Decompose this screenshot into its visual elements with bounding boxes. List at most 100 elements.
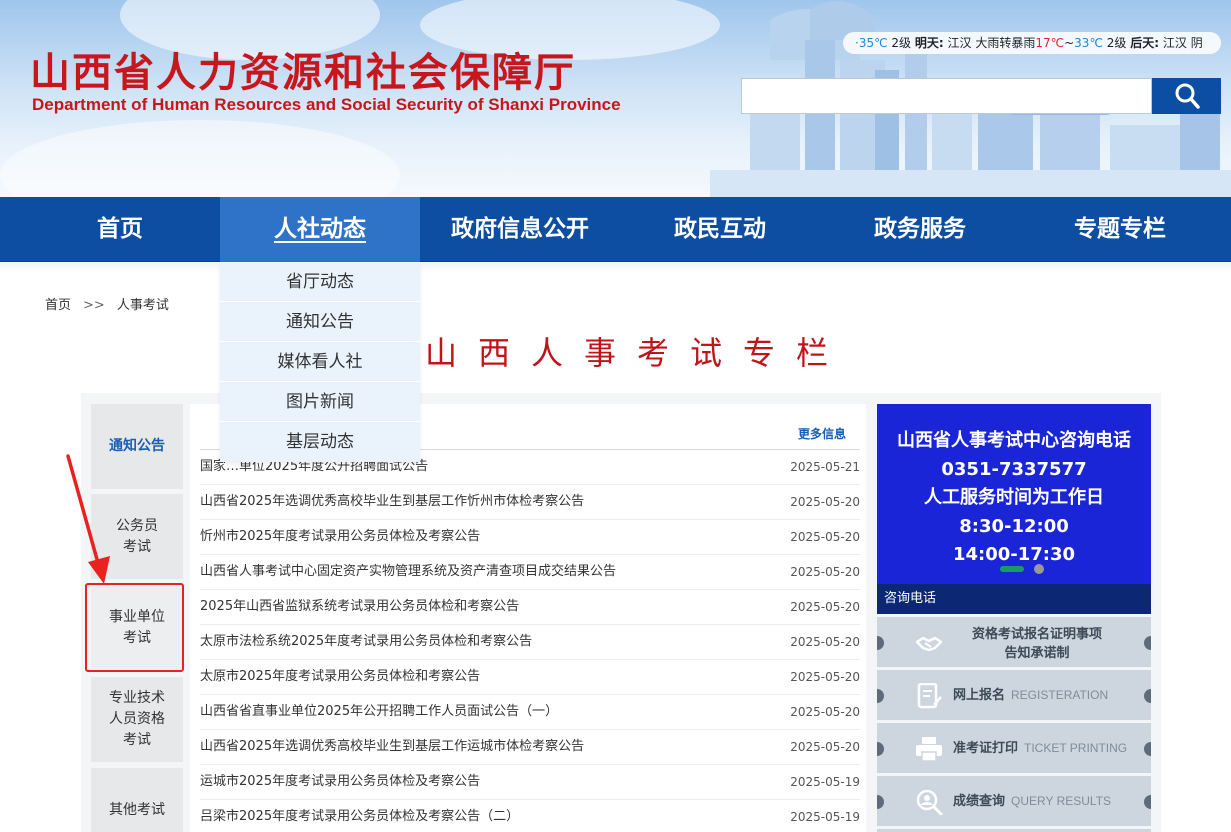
decor-knob <box>877 636 884 650</box>
highlight-box <box>85 583 184 672</box>
sidebar-tab-label: 专业技术 人员资格 考试 <box>109 690 165 748</box>
weather-bar: ·35℃ 2级 明天: 江汉 大雨转暴雨17℃~33℃ 2级 后天: 江汉 阴 <box>843 32 1221 54</box>
service-query-results-button[interactable]: 成绩查询 QUERY RESULTS <box>877 776 1151 826</box>
list-item-title: 太原市法检系统2025年度考试录用公务员体检和考察公告 <box>200 634 533 649</box>
list-item-title: 运城市2025年度考试录用公务员体检及考察公告 <box>200 774 481 789</box>
list-item[interactable]: 运城市2025年度考试录用公务员体检及考察公告 2025-05-19 <box>200 765 860 800</box>
banner-caption: 咨询电话 <box>877 584 1151 614</box>
breadcrumb-separator: >> <box>83 298 105 313</box>
list-item-title: 山西省省直事业单位2025年公开招聘工作人员面试公告（一） <box>200 704 559 719</box>
nav-shadow <box>0 262 1231 272</box>
weather-after-city: 江汉 <box>1162 36 1187 50</box>
list-item-title: 山西省2025年选调优秀高校毕业生到基层工作忻州市体检考察公告 <box>200 494 585 509</box>
decor-knob <box>877 742 884 756</box>
list-item-date: 2025-05-20 <box>790 495 860 509</box>
list-item[interactable]: 太原市2025年度考试录用公务员体检和考察公告 2025-05-20 <box>200 660 860 695</box>
service-label-cn: 网上报名 <box>953 688 1006 703</box>
service-label-en: QUERY RESULTS <box>1011 794 1112 808</box>
nav-item-label: 首页 <box>97 216 143 242</box>
sidebar-tab-other-exams[interactable]: 其他考试 <box>91 768 183 832</box>
weather-today-wind: 2级 <box>891 36 912 50</box>
nav-item-home[interactable]: 首页 <box>20 197 220 262</box>
list-item[interactable]: 山西省省直事业单位2025年公开招聘工作人员面试公告（一） 2025-05-20 <box>200 695 860 730</box>
weather-tomorrow-city: 江汉 <box>947 36 972 50</box>
site-header: 山西省人力资源和社会保障厅 Department of Human Resour… <box>0 0 1231 197</box>
list-item-date: 2025-05-19 <box>790 775 860 789</box>
dropdown-item-provincial-news[interactable]: 省厅动态 <box>220 262 420 302</box>
list-item[interactable]: 太原市法检系统2025年度考试录用公务员体检和考察公告 2025-05-20 <box>200 625 860 660</box>
cloud-decoration <box>0 120 400 197</box>
weather-tomorrow-cond: 大雨转暴雨 <box>975 36 1036 50</box>
nav-item-special[interactable]: 专题专栏 <box>1020 197 1220 262</box>
list-item[interactable]: 山西省2025年选调优秀高校毕业生到基层工作忻州市体检考察公告 2025-05-2… <box>200 485 860 520</box>
list-item-title: 吕梁市2025年度考试录用公务员体检及考察公告（二） <box>200 809 520 824</box>
nav-item-hrss-news[interactable]: 人社动态 <box>220 197 420 262</box>
banner-line: 人工服务时间为工作日 <box>924 487 1104 508</box>
list-item[interactable]: 忻州市2025年度考试录用公务员体检及考察公告 2025-05-20 <box>200 520 860 555</box>
weather-after-label: 后天: <box>1130 36 1160 50</box>
site-logo-title: 山西省人力资源和社会保障厅 <box>30 50 576 96</box>
dropdown-item-local-news[interactable]: 基层动态 <box>220 422 420 462</box>
nav-item-interaction[interactable]: 政民互动 <box>620 197 820 262</box>
decor-knob <box>877 795 884 809</box>
magnifier-user-icon <box>916 789 943 815</box>
service-online-registration-button[interactable]: 网上报名 REGISTERATION <box>877 670 1151 720</box>
decor-knob <box>1144 636 1151 650</box>
list-item-date: 2025-05-20 <box>790 635 860 649</box>
weather-tilde: ~ <box>1064 36 1075 50</box>
consult-phone-banner[interactable]: 山西省人事考试中心咨询电话 0351-7337577 人工服务时间为工作日 8:… <box>877 404 1151 584</box>
more-info-link[interactable]: 更多信息 <box>798 425 846 442</box>
printer-icon <box>916 737 942 762</box>
banner-line: 0351-7337577 <box>941 458 1087 480</box>
carousel-dot[interactable] <box>1034 564 1044 574</box>
breadcrumb-current[interactable]: 人事考试 <box>117 298 169 313</box>
list-item[interactable]: 吕梁市2025年度考试录用公务员体检及考察公告（二） 2025-05-19 <box>200 800 860 832</box>
weather-tomorrow-label: 明天: <box>914 36 944 50</box>
service-label-en: TICKET PRINTING <box>1024 741 1128 755</box>
nav-item-gov-info[interactable]: 政府信息公开 <box>420 197 620 262</box>
decor-knob <box>877 689 884 703</box>
list-item-title: 山西省2025年选调优秀高校毕业生到基层工作运城市体检考察公告 <box>200 739 585 754</box>
red-arrow-annotation <box>66 454 110 584</box>
dropdown-item-notices[interactable]: 通知公告 <box>220 302 420 342</box>
list-item-date: 2025-05-20 <box>790 565 860 579</box>
form-edit-icon <box>917 683 942 709</box>
nav-dropdown-menu: 省厅动态 通知公告 媒体看人社 图片新闻 基层动态 <box>220 262 420 462</box>
list-item[interactable]: 2025年山西省监狱系统考试录用公务员体检和考察公告 2025-05-20 <box>200 590 860 625</box>
nav-item-label: 人社动态 <box>274 216 366 242</box>
weather-tomorrow-high: 33℃ <box>1074 36 1103 50</box>
dropdown-item-media[interactable]: 媒体看人社 <box>220 342 420 382</box>
sidebar-tab-label: 公务员 考试 <box>116 517 158 555</box>
service-ticket-printing-button[interactable]: 准考证打印 TICKET PRINTING <box>877 723 1151 773</box>
nav-item-label: 政务服务 <box>874 216 966 242</box>
search-input[interactable] <box>741 78 1152 114</box>
search-icon <box>1175 83 1200 109</box>
page-title: 山西人事考试专栏 <box>425 334 850 372</box>
service-commitment-button[interactable]: 资格考试报名证明事项 告知承诺制 <box>877 617 1151 667</box>
weather-tomorrow-wind: 2级 <box>1106 36 1127 50</box>
search-button[interactable] <box>1152 78 1221 114</box>
list-item-date: 2025-05-20 <box>790 705 860 719</box>
search-bar <box>741 78 1221 114</box>
list-item[interactable]: 山西省人事考试中心固定资产实物管理系统及资产清查项目成交结果公告 2025-05-… <box>200 555 860 590</box>
list-item-title: 2025年山西省监狱系统考试录用公务员体检和考察公告 <box>200 599 520 614</box>
nav-item-label: 政府信息公开 <box>451 216 589 242</box>
service-label: 网上报名 REGISTERATION <box>953 670 1108 720</box>
service-label: 成绩查询 QUERY RESULTS <box>953 776 1111 826</box>
list-item[interactable]: 山西省2025年选调优秀高校毕业生到基层工作运城市体检考察公告 2025-05-2… <box>200 730 860 765</box>
breadcrumb-home-link[interactable]: 首页 <box>45 298 71 313</box>
nav-item-services[interactable]: 政务服务 <box>820 197 1020 262</box>
banner-line: 8:30-12:00 <box>959 515 1069 537</box>
site-logo-subtitle: Department of Human Resources and Social… <box>32 95 621 114</box>
sidebar-tab-professional-qualification-exam[interactable]: 专业技术 人员资格 考试 <box>91 677 183 762</box>
decor-knob <box>1144 795 1151 809</box>
carousel-dot-active[interactable] <box>1000 566 1024 572</box>
list-item-date: 2025-05-20 <box>790 740 860 754</box>
sidebar-tab-label: 其他考试 <box>109 802 165 818</box>
list-item-date: 2025-05-21 <box>790 460 860 474</box>
list-item-date: 2025-05-20 <box>790 530 860 544</box>
list-item-date: 2025-05-20 <box>790 600 860 614</box>
nav-item-label: 专题专栏 <box>1074 216 1166 242</box>
dropdown-item-photo-news[interactable]: 图片新闻 <box>220 382 420 422</box>
list-item-title: 忻州市2025年度考试录用公务员体检及考察公告 <box>200 529 481 544</box>
